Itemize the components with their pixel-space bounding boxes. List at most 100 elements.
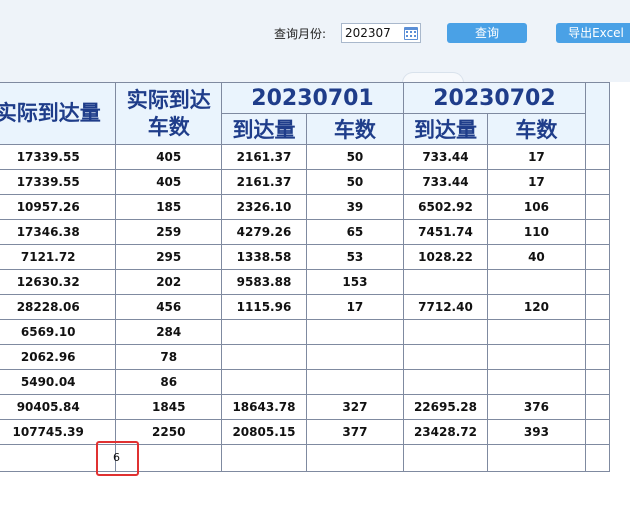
table-cell[interactable]: 733.44 — [402, 169, 488, 195]
table-cell[interactable]: 376 — [486, 394, 586, 420]
table-cell[interactable]: 17 — [486, 144, 586, 170]
table-cell[interactable]: 259 — [115, 219, 223, 245]
table-cell[interactable]: 53 — [305, 244, 404, 270]
table-cell[interactable]: 28228.06 — [0, 294, 117, 320]
table-cell[interactable]: 185 — [115, 194, 223, 220]
table-cell[interactable]: 2161.37 — [221, 144, 307, 170]
table-cell[interactable] — [402, 269, 488, 295]
table-cell[interactable] — [584, 244, 611, 270]
table-cell[interactable]: 6569.10 — [0, 319, 117, 345]
table-cell[interactable]: 393 — [486, 419, 586, 445]
month-field[interactable] — [341, 23, 421, 43]
table-row: 107745.39 2250 20805.15 377 23428.72 393 — [0, 419, 611, 445]
table-cell[interactable]: 7451.74 — [402, 219, 488, 245]
table-cell[interactable]: 4279.26 — [221, 219, 307, 245]
table-cell[interactable] — [486, 319, 586, 345]
table-cell[interactable]: 17 — [486, 169, 586, 195]
table-cell[interactable]: 7121.72 — [0, 244, 117, 270]
table-cell[interactable]: 6502.92 — [402, 194, 488, 220]
table-cell[interactable] — [584, 444, 611, 472]
table-cell[interactable]: 1028.22 — [402, 244, 488, 270]
table-cell[interactable]: 39 — [305, 194, 404, 220]
table-cell[interactable]: 23428.72 — [402, 419, 488, 445]
table-cell[interactable]: 120 — [486, 294, 586, 320]
table-cell[interactable]: 1115.96 — [221, 294, 307, 320]
table-cell[interactable]: 1845 — [115, 394, 223, 420]
header-date-0: 20230701 — [221, 82, 404, 114]
table-cell[interactable] — [221, 369, 307, 395]
table-cell[interactable] — [584, 144, 611, 170]
table-cell[interactable] — [486, 369, 586, 395]
table-cell[interactable] — [305, 444, 404, 472]
table-cell[interactable]: 50 — [305, 144, 404, 170]
table-cell[interactable] — [402, 344, 488, 370]
table-cell[interactable]: 377 — [305, 419, 404, 445]
table-cell[interactable]: 22695.28 — [402, 394, 488, 420]
subheader-qty-0: 到达量 — [221, 113, 307, 145]
table-cell[interactable]: 17 — [305, 294, 404, 320]
table-cell[interactable]: 10957.26 — [0, 194, 117, 220]
table-cell[interactable] — [584, 369, 611, 395]
table-cell[interactable]: 50 — [305, 169, 404, 195]
table-cell[interactable]: 18643.78 — [221, 394, 307, 420]
header-actual-trucks-line1: 实际到达 — [126, 87, 211, 112]
table-cell[interactable] — [221, 319, 307, 345]
table-cell[interactable]: 86 — [115, 369, 223, 395]
table-cell[interactable] — [486, 269, 586, 295]
table-cell[interactable] — [584, 394, 611, 420]
table-cell[interactable] — [402, 444, 488, 472]
table-cell[interactable]: 202 — [115, 269, 223, 295]
table-cell[interactable] — [305, 369, 404, 395]
table-cell[interactable] — [584, 269, 611, 295]
table-cell[interactable]: 405 — [115, 169, 223, 195]
table-cell[interactable]: 110 — [486, 219, 586, 245]
table-cell[interactable] — [584, 419, 611, 445]
table-cell[interactable]: 7712.40 — [402, 294, 488, 320]
table-cell[interactable]: 40 — [486, 244, 586, 270]
query-button[interactable]: 查询 — [447, 23, 527, 43]
table-cell[interactable]: 17339.55 — [0, 144, 117, 170]
table-cell[interactable] — [584, 219, 611, 245]
table-cell[interactable] — [486, 444, 586, 472]
table-cell[interactable] — [584, 169, 611, 195]
table-cell[interactable] — [402, 319, 488, 345]
table-cell[interactable]: 2062.96 — [0, 344, 117, 370]
table-cell[interactable]: 90405.84 — [0, 394, 117, 420]
table-cell[interactable] — [584, 319, 611, 345]
table-cell[interactable]: 65 — [305, 219, 404, 245]
table-cell[interactable]: 153 — [305, 269, 404, 295]
table-cell[interactable]: 295 — [115, 244, 223, 270]
month-input[interactable] — [342, 24, 405, 42]
subheader-trucks-1: 车数 — [486, 113, 586, 145]
table-cell[interactable]: 456 — [115, 294, 223, 320]
table-cell[interactable]: 12630.32 — [0, 269, 117, 295]
table-cell[interactable] — [305, 344, 404, 370]
table-cell[interactable]: 327 — [305, 394, 404, 420]
table-cell[interactable]: 17339.55 — [0, 169, 117, 195]
table-cell[interactable]: 405 — [115, 144, 223, 170]
table-cell[interactable]: 9583.88 — [221, 269, 307, 295]
table-cell[interactable]: 733.44 — [402, 144, 488, 170]
table-cell[interactable] — [305, 319, 404, 345]
table-cell[interactable]: 20805.15 — [221, 419, 307, 445]
table-cell[interactable] — [486, 344, 586, 370]
table-cell[interactable]: 78 — [115, 344, 223, 370]
table-cell[interactable] — [402, 369, 488, 395]
table-cell[interactable] — [584, 194, 611, 220]
table-cell[interactable]: 2161.37 — [221, 169, 307, 195]
table-cell[interactable]: 106 — [486, 194, 586, 220]
table-cell[interactable] — [584, 344, 611, 370]
table-cell[interactable] — [221, 444, 307, 472]
table-cell[interactable]: 5490.04 — [0, 369, 117, 395]
table-cell[interactable]: 1338.58 — [221, 244, 307, 270]
table-cell[interactable]: 2326.10 — [221, 194, 307, 220]
table-cell[interactable]: 284 — [115, 319, 223, 345]
calendar-icon[interactable] — [403, 25, 419, 41]
table-row: 90405.84 1845 18643.78 327 22695.28 376 — [0, 394, 611, 420]
export-excel-button[interactable]: 导出Excel — [556, 23, 630, 43]
table-row: 17339.55 405 2161.37 50 733.44 17 — [0, 144, 611, 170]
header-date-1: 20230702 — [402, 82, 586, 114]
table-cell[interactable] — [584, 294, 611, 320]
table-cell[interactable] — [221, 344, 307, 370]
table-cell[interactable]: 17346.38 — [0, 219, 117, 245]
